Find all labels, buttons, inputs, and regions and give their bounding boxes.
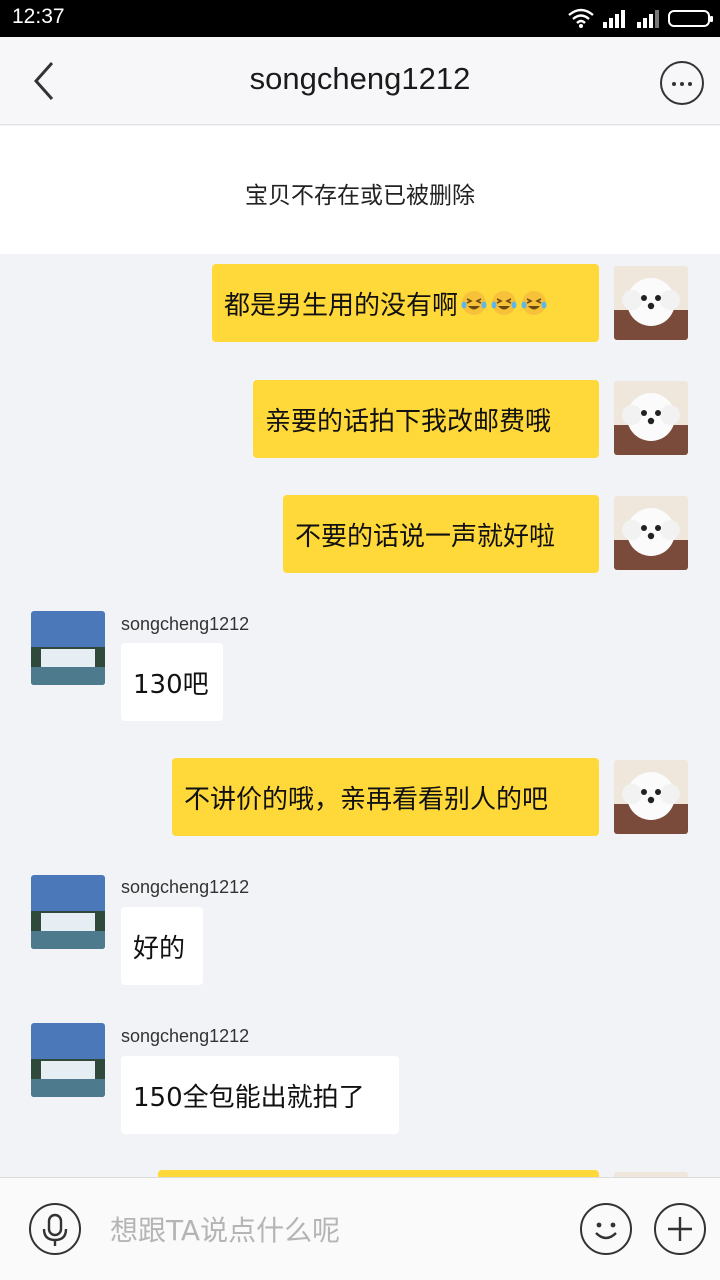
item-notice: 宝贝不存在或已被删除 xyxy=(0,126,720,254)
smiley-icon xyxy=(595,1222,617,1240)
chat-header: songcheng1212 xyxy=(0,37,720,125)
message-bubble-me-partial[interactable] xyxy=(158,1170,599,1177)
add-button[interactable] xyxy=(654,1203,706,1255)
message-text: 都是男生用的没有啊 xyxy=(224,290,459,321)
chevron-left-icon xyxy=(33,62,54,100)
page-title: songcheng1212 xyxy=(249,61,471,96)
signal-icon xyxy=(603,10,625,28)
battery-icon xyxy=(668,9,713,27)
sender-name: songcheng1212 xyxy=(121,877,250,897)
message-bubble-other[interactable]: 150全包能出就拍了 xyxy=(121,1056,399,1134)
message-text: 不讲价的哦，亲再看看别人的吧 xyxy=(184,784,549,815)
message-bubble-me[interactable]: 都是男生用的没有啊 xyxy=(212,264,599,342)
sender-name: songcheng1212 xyxy=(121,614,250,634)
message-text: 好的 xyxy=(133,933,186,964)
sender-name: songcheng1212 xyxy=(121,1026,250,1046)
message-text: 130吧 xyxy=(133,669,209,700)
chat-area[interactable]: 都是男生用的没有啊 亲要的话拍下我改邮费哦 不要的话说一声就好啦 songche… xyxy=(0,254,720,1177)
message-bubble-other[interactable]: 130吧 xyxy=(121,643,223,721)
plus-icon xyxy=(668,1217,692,1241)
status-icons xyxy=(568,8,713,28)
voice-button[interactable] xyxy=(29,1203,81,1255)
message-text: 150全包能出就拍了 xyxy=(133,1082,365,1113)
message-text: 不要的话说一声就好啦 xyxy=(295,521,556,552)
emoji-button[interactable] xyxy=(580,1203,632,1255)
my-avatar[interactable] xyxy=(614,381,688,455)
contact-avatar[interactable] xyxy=(31,611,105,685)
more-options-button[interactable] xyxy=(660,61,704,105)
signal-icon-2 xyxy=(637,10,659,28)
message-bubble-other[interactable]: 好的 xyxy=(121,907,203,985)
status-bar: 12:37 xyxy=(0,0,720,37)
wifi-icon xyxy=(568,8,594,28)
message-bubble-me[interactable]: 亲要的话拍下我改邮费哦 xyxy=(253,380,599,458)
notice-text: 宝贝不存在或已被删除 xyxy=(245,183,475,209)
contact-avatar[interactable] xyxy=(31,1023,105,1097)
my-avatar[interactable] xyxy=(614,266,688,340)
back-button[interactable] xyxy=(28,59,68,103)
input-bar xyxy=(0,1177,720,1280)
more-icon xyxy=(672,82,676,86)
microphone-icon xyxy=(42,1213,68,1246)
message-input[interactable] xyxy=(110,1208,540,1252)
crying-laughing-emoji-icon xyxy=(521,291,547,315)
message-bubble-me[interactable]: 不要的话说一声就好啦 xyxy=(283,495,599,573)
contact-avatar[interactable] xyxy=(31,875,105,949)
crying-laughing-emoji-icon xyxy=(491,291,517,315)
message-text: 亲要的话拍下我改邮费哦 xyxy=(265,406,552,437)
my-avatar[interactable] xyxy=(614,760,688,834)
message-bubble-me[interactable]: 不讲价的哦，亲再看看别人的吧 xyxy=(172,758,599,836)
crying-laughing-emoji-icon xyxy=(461,291,487,315)
my-avatar[interactable] xyxy=(614,496,688,570)
status-time: 12:37 xyxy=(12,5,65,28)
